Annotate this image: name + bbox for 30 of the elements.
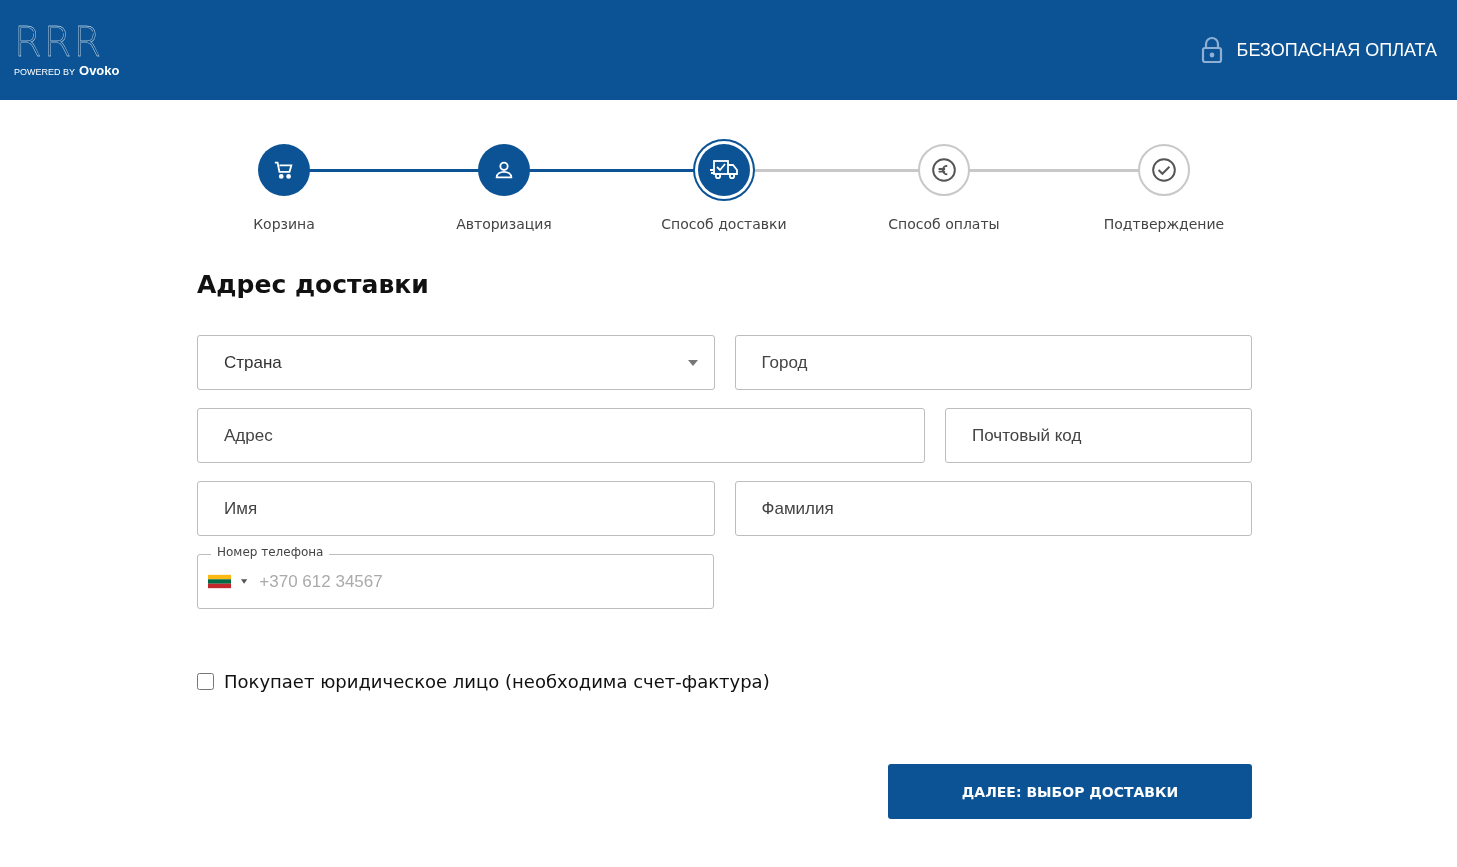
input-field[interactable]: Город — [734, 335, 1252, 390]
person-icon — [493, 159, 515, 181]
step-label: Корзина — [253, 216, 315, 232]
input-field[interactable]: Фамилия — [734, 481, 1252, 536]
step-label: Способ оплаты — [888, 216, 1000, 232]
input-field[interactable]: Адрес — [197, 408, 925, 463]
country-select[interactable]: Страна — [197, 335, 715, 390]
powered-by-text: POWERED BY — [14, 66, 75, 77]
checkbox-label: Покупает юридическое лицо (необходима счет-фактура) — [224, 671, 770, 692]
next-button[interactable]: ДАЛЕЕ: ВЫБОР ДОСТАВКИ — [888, 764, 1252, 819]
secure-payment-label: БЕЗОПАСНАЯ ОПЛАТА — [1236, 39, 1437, 61]
truck-icon — [709, 158, 739, 182]
brand-name: Ovoko — [79, 62, 120, 78]
step-label: Авторизация — [456, 216, 552, 232]
caret-icon[interactable] — [241, 579, 248, 584]
step-label: Способ доставки — [661, 216, 787, 232]
input-field[interactable]: Имя — [197, 481, 715, 536]
step-label: Подтверждение — [1103, 216, 1225, 232]
flag-icon[interactable] — [208, 574, 232, 589]
padlock-icon — [1200, 36, 1223, 64]
caret-icon — [687, 359, 698, 366]
checkmark-circle-icon — [1151, 157, 1177, 183]
euro-coin-icon — [931, 157, 957, 183]
input-field[interactable]: Почтовый код — [945, 408, 1252, 463]
phone-input[interactable]: +370 612 34567 — [257, 570, 687, 593]
section-title: Адрес доставки — [197, 270, 430, 299]
cart-icon — [273, 159, 295, 181]
field-label: Номер телефона — [211, 545, 330, 559]
logo-mark[interactable]: RRR — [14, 22, 120, 61]
company-checkbox[interactable] — [197, 673, 214, 690]
